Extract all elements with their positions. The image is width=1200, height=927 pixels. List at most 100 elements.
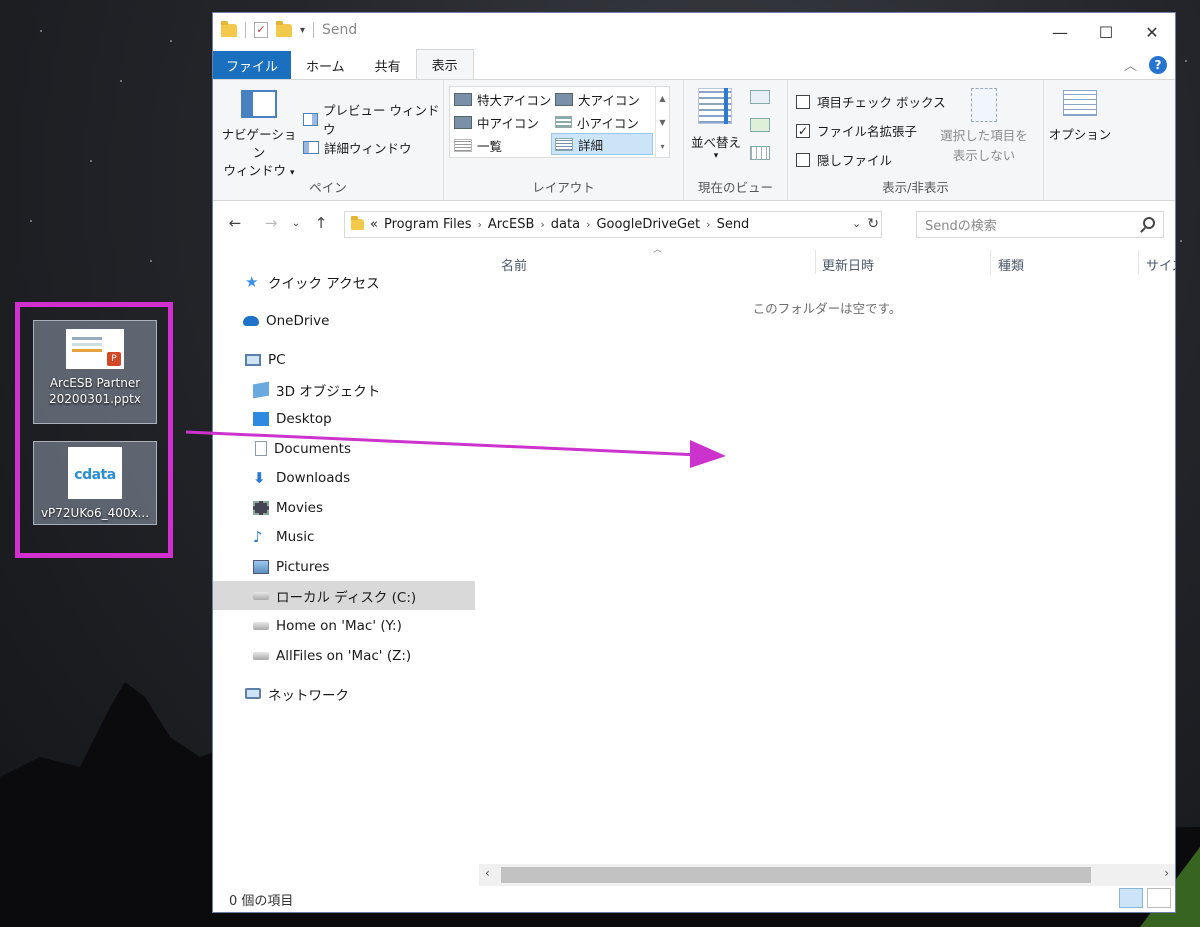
- collapse-ribbon-icon[interactable]: ︿: [1124, 55, 1137, 74]
- nav-3d-objects[interactable]: 3D オブジェクト: [213, 375, 475, 404]
- cloud-icon: [243, 315, 259, 326]
- pptx-thumbnail: P: [66, 329, 124, 369]
- layout-medium-icons[interactable]: 中アイコン: [451, 111, 542, 133]
- large-icons-icon: [555, 92, 573, 106]
- layout-details[interactable]: 詳細: [551, 133, 653, 155]
- breadcrumb-googledriveget[interactable]: GoogleDriveGet: [596, 217, 700, 232]
- chevron-right-icon[interactable]: ›: [586, 218, 590, 231]
- breadcrumb-program-files[interactable]: Program Files: [384, 217, 472, 232]
- nav-pc[interactable]: PC: [213, 345, 475, 374]
- tab-home[interactable]: ホーム: [291, 51, 360, 79]
- nav-desktop[interactable]: Desktop: [213, 404, 475, 433]
- navigation-pane-button[interactable]: ナビゲーション ウィンドウ ▾: [219, 90, 299, 182]
- nav-onedrive[interactable]: OneDrive: [213, 306, 475, 335]
- details-pane-label: 詳細ウィンドウ: [324, 141, 412, 156]
- window-title: Send: [322, 22, 358, 38]
- nav-documents[interactable]: Documents: [213, 434, 475, 463]
- file-list[interactable]: ︿ 名前 更新日時 種類 サイズ このフォルダーは空です。: [479, 245, 1176, 866]
- group-pane: ナビゲーション ウィンドウ ▾ プレビュー ウィンドウ 詳細ウィンドウ ペイン: [213, 80, 444, 200]
- nav-network[interactable]: ネットワーク: [213, 679, 475, 708]
- desktop-icon-pptx[interactable]: P ArcESB Partner 20200301.pptx: [33, 320, 157, 424]
- large-icons-view-icon[interactable]: [1147, 888, 1171, 908]
- preview-pane-button[interactable]: プレビュー ウィンドウ: [303, 100, 443, 138]
- address-box[interactable]: « Program Files › ArcESB › data › Google…: [344, 211, 882, 238]
- recent-locations-icon[interactable]: ⌄: [289, 218, 303, 229]
- scroll-right-icon[interactable]: ›: [1164, 866, 1169, 880]
- details-pane-icon: [303, 141, 319, 154]
- column-size[interactable]: サイズ: [1146, 255, 1176, 274]
- nav-allfiles-on-mac[interactable]: AllFiles on 'Mac' (Z:): [213, 641, 475, 670]
- column-headers: ︿ 名前 更新日時 種類 サイズ: [479, 245, 1176, 278]
- desktop-icon-image[interactable]: cdata vP72UKo6_400x...: [33, 441, 157, 525]
- nav-home-on-mac[interactable]: Home on 'Mac' (Y:): [213, 611, 475, 640]
- chevron-right-icon[interactable]: ›: [477, 218, 481, 231]
- layout-large-icons[interactable]: 大アイコン: [552, 88, 643, 110]
- layout-gallery-scroll[interactable]: ▲ ▼ ▾: [655, 87, 669, 157]
- column-type[interactable]: 種類: [998, 255, 1024, 274]
- details-pane-button[interactable]: 詳細ウィンドウ: [303, 138, 412, 157]
- hide-selected-button[interactable]: 選択した項目を 表示しない: [936, 88, 1032, 166]
- group-label: 表示/非表示: [882, 180, 949, 195]
- search-input[interactable]: Sendの検索: [916, 211, 1164, 238]
- forward-button[interactable]: →: [259, 214, 283, 232]
- scroll-left-icon[interactable]: ‹: [485, 866, 490, 880]
- item-checkbox-toggle[interactable]: 項目チェック ボックス: [796, 92, 946, 111]
- drive-icon: [253, 591, 269, 600]
- column-date-modified[interactable]: 更新日時: [822, 255, 874, 274]
- tab-file[interactable]: ファイル: [213, 51, 292, 79]
- scrollbar-thumb[interactable]: [501, 867, 1091, 883]
- sort-button[interactable]: 並べ替え ▾: [690, 132, 742, 161]
- checkbox-unchecked[interactable]: [796, 94, 810, 109]
- minimize-button[interactable]: —: [1037, 13, 1083, 51]
- file-extension-toggle[interactable]: ✓ ファイル名拡張子: [796, 121, 917, 140]
- checkbox-checked[interactable]: ✓: [796, 123, 810, 138]
- chevron-right-icon[interactable]: ›: [540, 218, 544, 231]
- details-view-icon[interactable]: [1119, 888, 1143, 908]
- close-button[interactable]: ✕: [1129, 13, 1175, 51]
- up-button[interactable]: ↑: [309, 214, 333, 232]
- hidden-files-toggle[interactable]: 隠しファイル: [796, 150, 892, 169]
- help-icon[interactable]: ?: [1149, 55, 1167, 74]
- document-icon: [255, 441, 267, 456]
- checkbox-unchecked[interactable]: [796, 152, 810, 167]
- tab-view[interactable]: 表示: [415, 49, 474, 79]
- group-current-view: 並べ替え ▾ 現在のビュー: [684, 80, 788, 200]
- address-dropdown-icon[interactable]: ⌄: [852, 214, 861, 234]
- chevron-right-icon[interactable]: ›: [706, 218, 710, 231]
- desktop-icon: [253, 411, 269, 426]
- size-columns-icon[interactable]: [750, 146, 770, 160]
- breadcrumb-overflow[interactable]: «: [370, 217, 378, 232]
- add-columns-icon[interactable]: [750, 118, 770, 132]
- list-icon: [454, 138, 472, 152]
- layout-list[interactable]: 一覧: [451, 134, 505, 156]
- nav-music[interactable]: ♪ Music: [213, 522, 475, 551]
- nav-local-disk-c[interactable]: ローカル ディスク (C:): [213, 581, 475, 610]
- title-bar[interactable]: ✓ ▾ Send — ☐ ✕: [213, 13, 1175, 51]
- group-by-icon[interactable]: [750, 90, 770, 104]
- breadcrumb-send[interactable]: Send: [717, 217, 750, 232]
- nav-pictures[interactable]: Pictures: [213, 552, 475, 581]
- layout-small-icons[interactable]: 小アイコン: [552, 111, 642, 133]
- layout-extra-large-icons[interactable]: 特大アイコン: [451, 88, 554, 110]
- ribbon-tabs: ファイル ホーム 共有 表示 ︿ ?: [213, 49, 1175, 79]
- nav-quick-access[interactable]: ★ クイック アクセス: [213, 267, 475, 296]
- tab-share[interactable]: 共有: [360, 51, 416, 79]
- back-button[interactable]: ←: [223, 214, 247, 232]
- nav-movies[interactable]: Movies: [213, 493, 475, 522]
- qat-dropdown-icon[interactable]: ▾: [300, 25, 305, 36]
- refresh-icon[interactable]: ↻: [867, 214, 879, 234]
- search-icon[interactable]: [1143, 217, 1155, 229]
- breadcrumb-data[interactable]: data: [551, 217, 580, 232]
- horizontal-scrollbar[interactable]: ‹ ›: [479, 864, 1175, 886]
- star-icon: ★: [245, 272, 259, 291]
- new-folder-icon[interactable]: [276, 20, 292, 37]
- column-name[interactable]: 名前: [501, 255, 527, 274]
- options-button[interactable]: オプション: [1044, 80, 1116, 200]
- maximize-button[interactable]: ☐: [1083, 13, 1129, 51]
- properties-icon[interactable]: ✓: [254, 22, 268, 38]
- gallery-more-icon: ▾: [660, 142, 665, 151]
- picture-icon: [253, 559, 269, 574]
- nav-downloads[interactable]: ⬇ Downloads: [213, 463, 475, 492]
- download-icon: ⬇: [253, 468, 266, 487]
- breadcrumb-arcesb[interactable]: ArcESB: [488, 217, 534, 232]
